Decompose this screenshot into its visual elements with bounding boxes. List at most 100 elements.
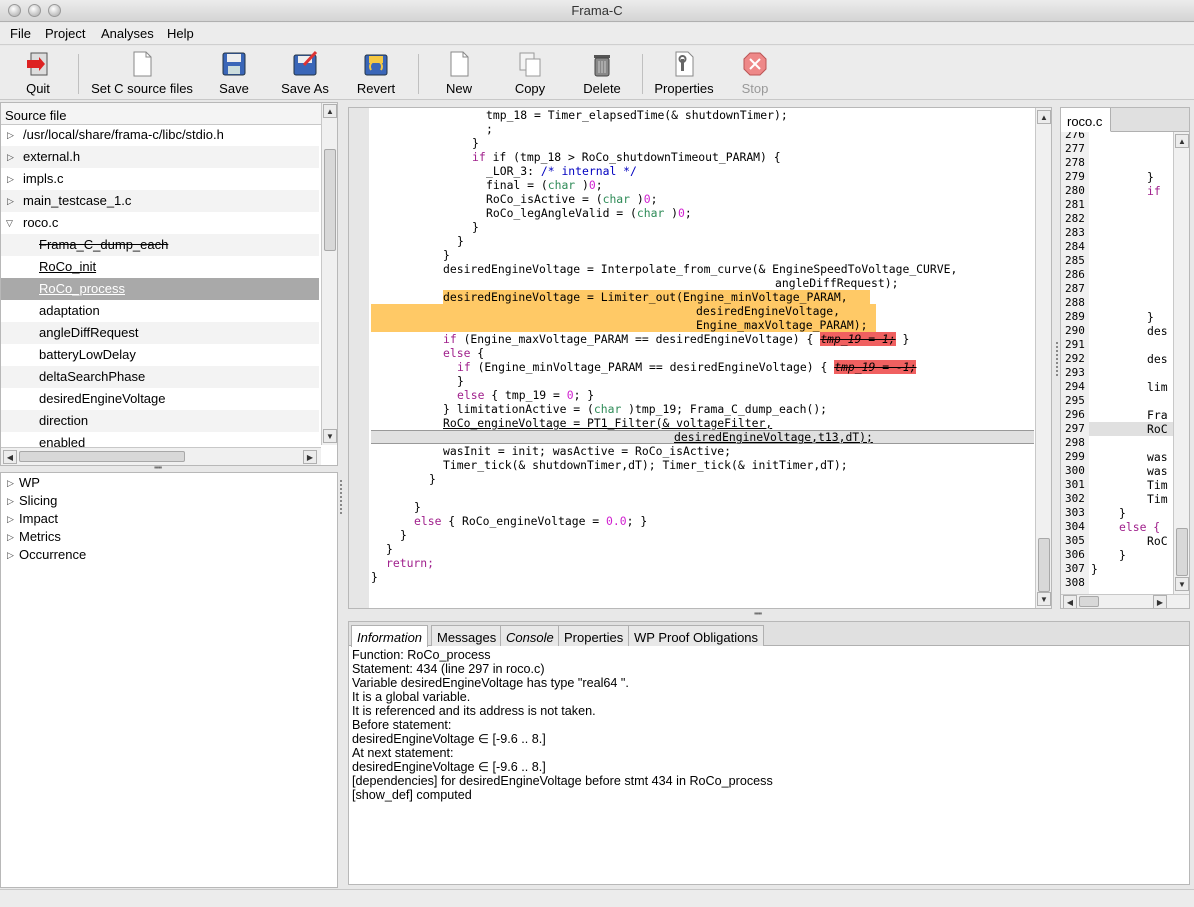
- tree-horizontal-scrollbar[interactable]: ◀ ▶: [1, 447, 321, 465]
- info-line: Variable desiredEngineVoltage has type "…: [352, 676, 629, 690]
- code-scroll-thumb[interactable]: [1038, 538, 1050, 592]
- scroll-down-icon[interactable]: ▼: [1037, 592, 1051, 606]
- tree-row-direction[interactable]: direction: [1, 410, 319, 432]
- document-icon: [129, 50, 155, 78]
- code-line: } limitationActive = (char )tmp_19; Fram…: [443, 402, 828, 416]
- copy-button[interactable]: Copy: [513, 50, 547, 96]
- save-as-button[interactable]: Save As: [280, 50, 330, 96]
- plugin-metrics[interactable]: Metrics: [19, 529, 61, 544]
- scroll-right-icon[interactable]: ▶: [1153, 595, 1167, 608]
- code-editor[interactable]: tmp_18 = Timer_elapsedTime(& shutdownTim…: [348, 107, 1052, 609]
- expand-slicing-icon[interactable]: ▷: [7, 496, 14, 507]
- tree-row-adaptation[interactable]: adaptation: [1, 300, 319, 322]
- tree-row-battery-low-delay[interactable]: batteryLowDelay: [1, 344, 319, 366]
- tab-properties[interactable]: Properties: [558, 625, 630, 646]
- scroll-down-icon[interactable]: ▼: [323, 429, 337, 443]
- menu-file[interactable]: File: [10, 26, 31, 41]
- source-horizontal-scrollbar[interactable]: ◀ ▶: [1061, 594, 1189, 608]
- expand-metrics-icon[interactable]: ▷: [7, 532, 14, 543]
- code-line: RoCo_isActive = (char )0;: [486, 192, 658, 206]
- scroll-left-icon[interactable]: ◀: [1063, 595, 1077, 608]
- code-line: }: [429, 472, 436, 486]
- toolbar-separator: [642, 54, 643, 94]
- tab-console[interactable]: Console: [500, 625, 560, 646]
- tree-row-main-testcase[interactable]: ▷ main_testcase_1.c: [1, 190, 319, 212]
- tree-row-roco-process[interactable]: RoCo_process: [1, 278, 319, 300]
- tree-row-external-h[interactable]: ▷ external.h: [1, 146, 319, 168]
- properties-icon: [671, 50, 697, 78]
- quit-button[interactable]: Quit: [22, 50, 54, 96]
- code-line: }: [414, 500, 421, 514]
- scroll-right-icon[interactable]: ▶: [303, 450, 317, 464]
- expand-occurrence-icon[interactable]: ▷: [7, 550, 14, 561]
- scroll-up-icon[interactable]: ▲: [1175, 134, 1189, 148]
- info-line: At next statement:: [352, 746, 454, 760]
- properties-button[interactable]: Properties: [652, 50, 716, 96]
- scroll-up-icon[interactable]: ▲: [1037, 110, 1051, 124]
- source-vertical-scrollbar[interactable]: ▲ ▼: [1173, 132, 1189, 594]
- source-file-header[interactable]: Source file: [1, 103, 321, 125]
- tree-row-desired-engine-voltage[interactable]: desiredEngineVoltage: [1, 388, 319, 410]
- hscroll-thumb[interactable]: [19, 451, 185, 462]
- tree-row-stdio[interactable]: ▷/usr/local/share/frama-c/libc/stdio.h: [1, 126, 319, 146]
- tree-row-delta-search-phase[interactable]: deltaSearchPhase: [1, 366, 319, 388]
- tab-wp-proof-obligations[interactable]: WP Proof Obligations: [628, 625, 765, 646]
- zoom-window-icon[interactable]: [48, 4, 61, 17]
- code-line: wasInit = init; wasActive = RoCo_isActiv…: [443, 444, 732, 458]
- plugin-slicing[interactable]: Slicing: [19, 493, 57, 508]
- minimize-window-icon[interactable]: [28, 4, 41, 17]
- tab-messages[interactable]: Messages: [431, 625, 503, 646]
- menu-help[interactable]: Help: [167, 26, 194, 41]
- code-vertical-scrollbar[interactable]: ▲ ▼: [1035, 108, 1051, 608]
- tree-row-impls-c[interactable]: ▷ impls.c: [1, 168, 319, 190]
- toolbar: Quit Set C source files Save Save As Rev…: [0, 46, 1194, 100]
- close-window-icon[interactable]: [8, 4, 21, 17]
- scroll-left-icon[interactable]: ◀: [3, 450, 17, 464]
- revert-button[interactable]: Revert: [355, 50, 397, 96]
- tree-row-frama-c-dump-each[interactable]: Frama_C_dump_each: [1, 234, 319, 256]
- save-button[interactable]: Save: [218, 50, 250, 96]
- plugin-wp[interactable]: WP: [19, 475, 40, 490]
- scroll-up-icon[interactable]: ▲: [323, 104, 337, 118]
- tree-vertical-scrollbar[interactable]: ▲ ▼: [321, 103, 337, 445]
- source-file-tree: Source file ▷/usr/local/share/frama-c/li…: [0, 102, 338, 466]
- tree-row-roco-c[interactable]: ▽ roco.c: [1, 212, 319, 234]
- plugin-occurrence[interactable]: Occurrence: [19, 547, 86, 562]
- tree-row-roco-init[interactable]: RoCo_init: [1, 256, 319, 278]
- menu-project[interactable]: Project: [45, 26, 85, 41]
- tree-row-angle-diff-request[interactable]: angleDiffRequest: [1, 322, 319, 344]
- new-button[interactable]: New: [442, 50, 476, 96]
- info-line: [dependencies] for desiredEngineVoltage …: [352, 774, 773, 788]
- menu-analyses[interactable]: Analyses: [101, 26, 154, 41]
- source-scroll-thumb[interactable]: [1176, 528, 1188, 576]
- code-line: RoCo_legAngleValid = (char )0;: [486, 206, 692, 220]
- code-line: }: [371, 570, 378, 584]
- scroll-thumb[interactable]: [324, 149, 336, 251]
- code-line: final = (char )0;: [486, 178, 603, 192]
- stop-button[interactable]: Stop: [738, 50, 772, 96]
- save-as-icon: [292, 50, 318, 78]
- code-line: _LOR_3: /* internal */: [486, 164, 637, 178]
- trash-icon: [589, 50, 615, 78]
- tab-roco-c[interactable]: roco.c: [1061, 108, 1111, 132]
- expand-impact-icon[interactable]: ▷: [7, 514, 14, 525]
- code-line: else {: [443, 346, 485, 360]
- menu-bar: File Project Analyses Help: [0, 23, 1194, 45]
- source-hscroll-thumb[interactable]: [1079, 596, 1099, 607]
- set-c-source-files-button[interactable]: Set C source files: [89, 50, 195, 96]
- original-source-pane: roco.c 276 277 278 279 280 281 282 283 2…: [1060, 107, 1190, 609]
- code-line: ;: [486, 122, 493, 136]
- plugin-impact[interactable]: Impact: [19, 511, 58, 526]
- quit-icon: [25, 50, 51, 78]
- info-line: desiredEngineVoltage ∈ [-9.6 .. 8.]: [352, 760, 546, 774]
- pane-resize-grip[interactable]: '''''''''': [754, 611, 762, 621]
- plugin-panel: ▷ WP ▷ Slicing ▷ Impact ▷ Metrics ▷ Occu…: [0, 472, 338, 888]
- expand-wp-icon[interactable]: ▷: [7, 478, 14, 489]
- stop-icon: [742, 50, 768, 78]
- scroll-down-icon[interactable]: ▼: [1175, 577, 1189, 591]
- vertical-resize-grip[interactable]: [340, 480, 344, 514]
- delete-button[interactable]: Delete: [581, 50, 623, 96]
- tab-information[interactable]: Information: [351, 625, 429, 647]
- code-line: return;: [386, 556, 435, 570]
- info-line: [show_def] computed: [352, 788, 472, 802]
